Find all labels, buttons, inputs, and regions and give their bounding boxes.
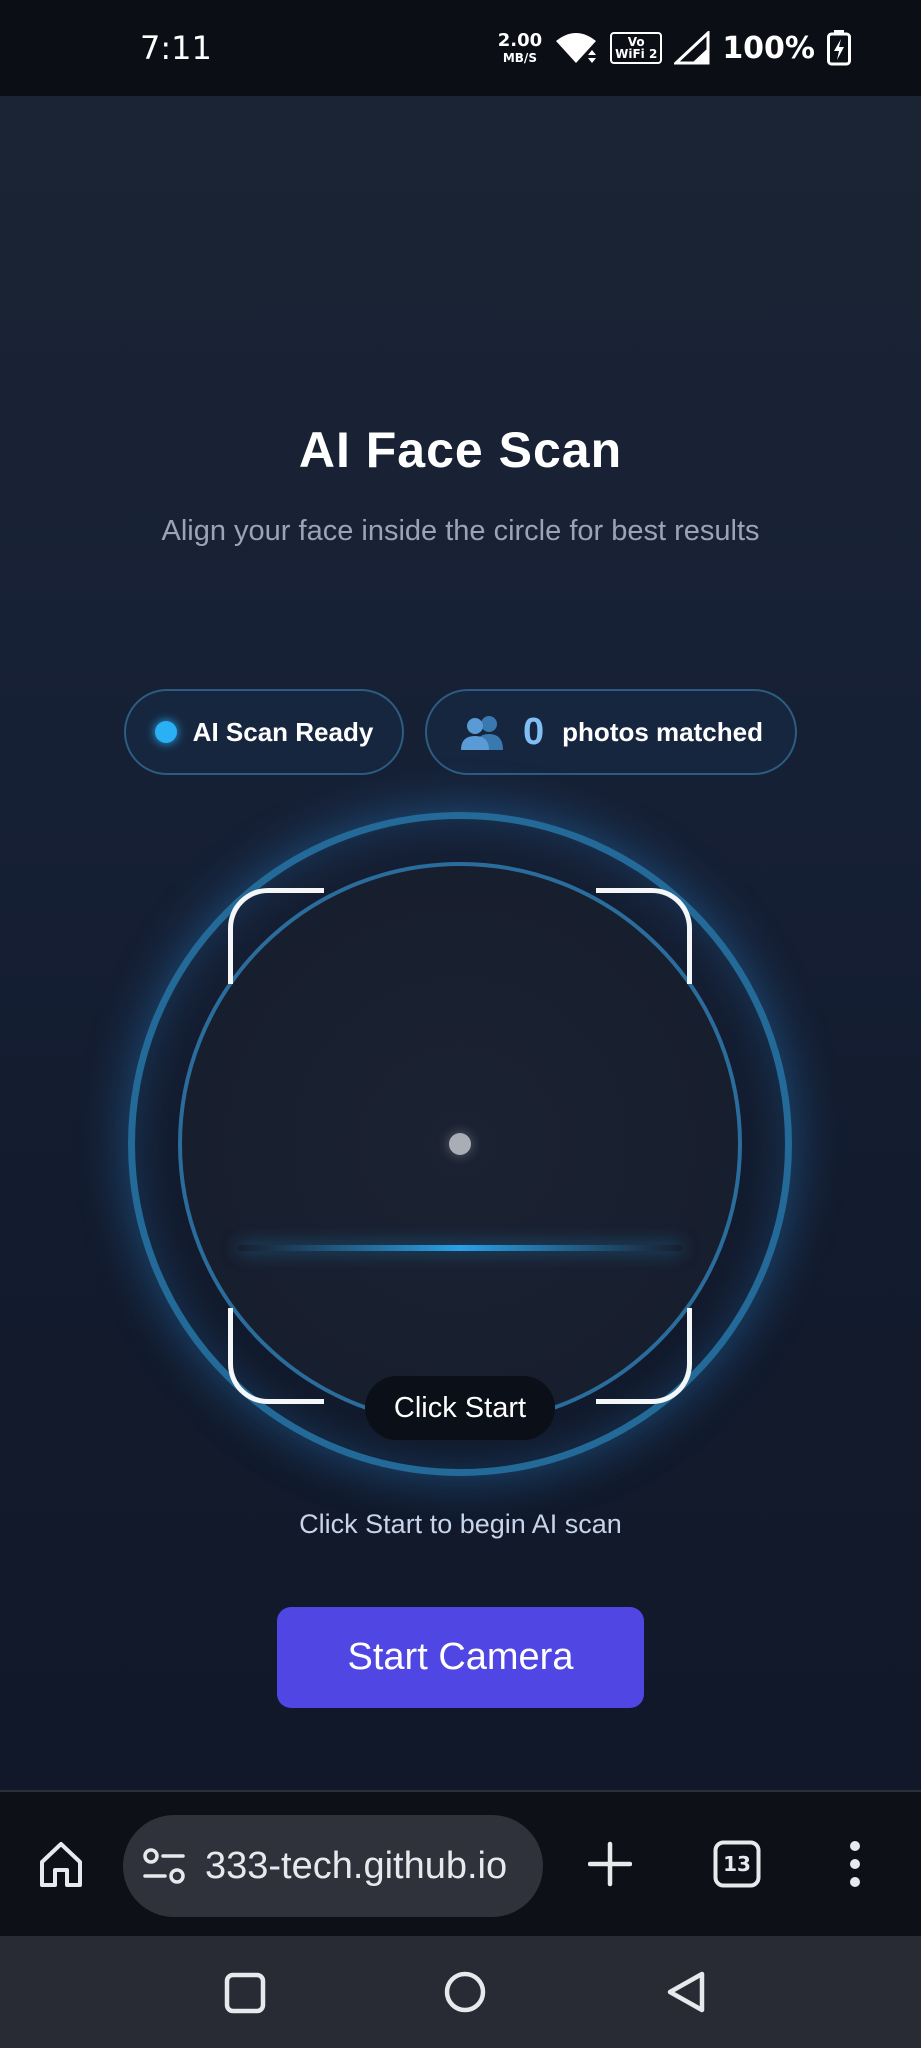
network-speed: 2.00 MB/S [497,30,543,65]
page-subtitle: Align your face inside the circle for be… [161,515,760,547]
tab-switcher-button[interactable]: 13 [713,1840,761,1888]
status-icons: 2.00 MB/S Vo WiFi 2 100% [498,30,851,66]
signal-icon [674,31,710,65]
scan-line [238,1245,682,1251]
scan-hint: Click Start to begin AI scan [299,1509,622,1539]
address-bar[interactable]: 333-tech.github.io [123,1815,543,1917]
battery-charging-icon [827,30,851,66]
face-scanner: Click Start [128,812,792,1476]
page-title: AI Face Scan [298,422,623,478]
status-time: 7:11 [140,29,212,67]
center-target-dot [449,1133,471,1155]
network-speed-unit: MB/S [502,51,537,65]
matched-label: photos matched [562,716,763,747]
system-navigation-bar [0,1936,921,2048]
new-tab-icon[interactable] [588,1840,632,1888]
frame-corner-bottom-left [228,1308,324,1404]
url-text: 333-tech.github.io [205,1844,508,1887]
matched-count: 0 [523,710,545,753]
wifi-icon [556,33,597,63]
frame-corner-bottom-right [596,1308,692,1404]
photos-matched-badge: 0 photos matched [425,689,797,775]
start-camera-button[interactable]: Start Camera [277,1607,644,1708]
status-bar: 7:11 2.00 MB/S Vo WiFi 2 100% [0,0,921,96]
home-circle-icon[interactable] [443,1970,487,2014]
battery-percent: 100% [722,30,815,66]
vowifi-icon: Vo WiFi 2 [610,32,663,64]
home-icon[interactable] [38,1840,84,1888]
click-start-badge: Click Start [365,1376,555,1440]
more-options-icon[interactable] [848,1840,862,1888]
recents-icon[interactable] [224,1972,266,2014]
tab-count: 13 [723,1852,751,1876]
network-speed-value: 2.00 [497,30,543,51]
page-content: AI Face Scan Align your face inside the … [0,96,921,1790]
status-dot-icon [154,721,177,743]
scan-ready-label: AI Scan Ready [192,716,374,747]
back-icon[interactable] [664,1970,708,2014]
frame-corner-top-left [228,888,324,984]
people-icon [461,716,504,750]
frame-corner-top-right [596,888,692,984]
scan-ready-badge: AI Scan Ready [124,689,404,775]
site-settings-icon[interactable] [143,1848,185,1884]
browser-toolbar: 333-tech.github.io 13 [0,1790,921,1936]
